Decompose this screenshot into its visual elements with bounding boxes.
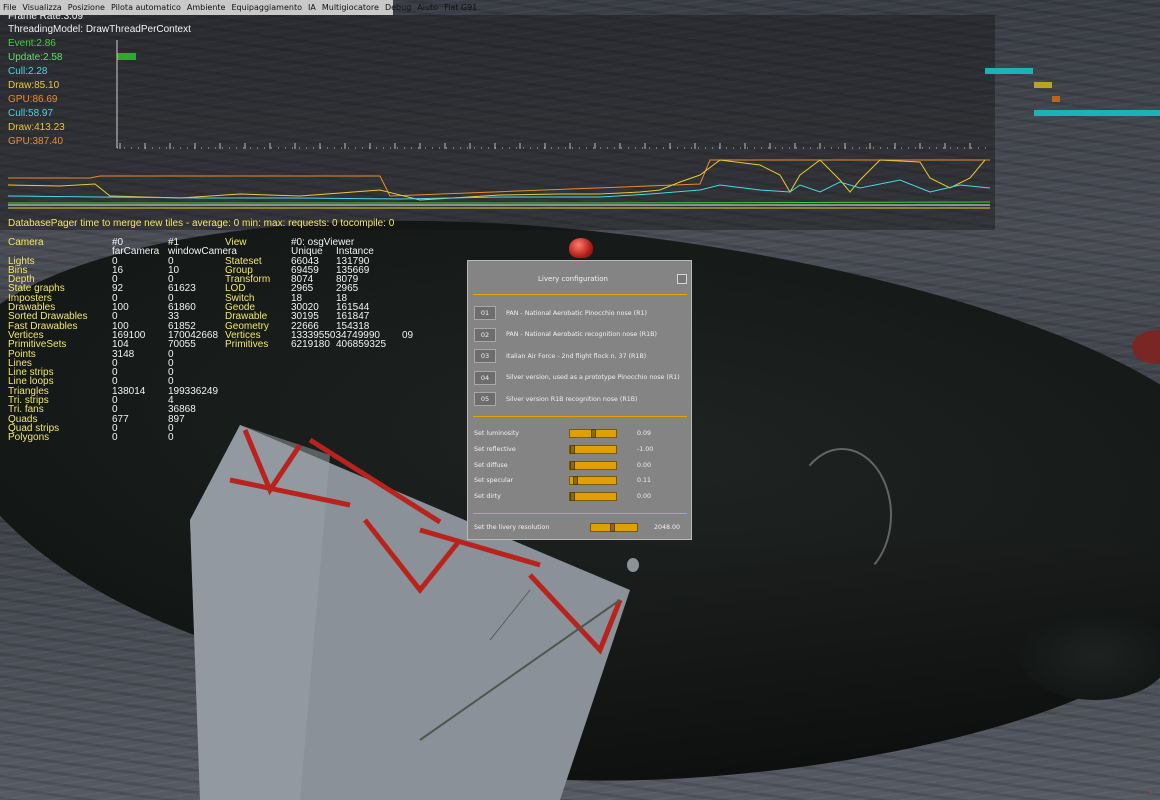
slider-value: 0.00 xyxy=(637,461,652,469)
divider xyxy=(473,416,687,417)
slider-row-set-luminosity: Set luminosity 0.09 xyxy=(474,428,688,440)
livery-label: Silver version R1B recognition nose (R1B… xyxy=(506,395,638,403)
slider-handle[interactable] xyxy=(609,523,615,532)
slider-handle[interactable] xyxy=(570,492,575,502)
livery-option-02: 02 PAN - National Aerobatic recognition n… xyxy=(474,327,688,343)
divider xyxy=(473,513,687,514)
table-cell: 199336249 xyxy=(168,385,219,397)
slider-handle[interactable] xyxy=(570,460,575,470)
table-cell: Camera xyxy=(8,237,44,248)
menu-bar: File Visualizza Posizione Pilota automatico… xyxy=(0,0,477,15)
table-cell: 406859325 xyxy=(336,339,387,351)
menu-item-equipaggiamento[interactable]: Equipaggiamento xyxy=(231,3,302,12)
livery-label: PAN - National Aerobatic Pinocchio nose … xyxy=(506,309,647,317)
resolution-label: Set the livery resolution xyxy=(474,524,550,531)
gpu-bar xyxy=(1052,96,1060,102)
menu-item-posizione[interactable]: Posizione xyxy=(68,3,105,12)
resolution-slider[interactable] xyxy=(590,523,638,532)
table-cell: farCamera xyxy=(112,246,160,258)
slider-row-set-dirty: Set dirty 0.00 xyxy=(474,491,688,503)
slider-track[interactable] xyxy=(569,460,617,470)
menu-item-pilota-automatico[interactable]: Pilota automatico xyxy=(111,3,181,12)
slider-row-set-specular: Set specular 0.11 xyxy=(474,475,688,487)
menu-item-aiuto[interactable]: Aiuto xyxy=(417,3,438,12)
menu-item-file[interactable]: File xyxy=(3,3,16,12)
livery-label: PAN - National Aerobatic recognition nos… xyxy=(506,331,657,338)
table-cell: Polygons xyxy=(8,432,50,444)
slider-handle[interactable] xyxy=(572,476,578,486)
menu-item-ia[interactable]: IA xyxy=(308,3,316,12)
livery-label: Italian Air Force - 2nd flight flock n. … xyxy=(506,352,647,360)
resolution-value: 2048.00 xyxy=(654,524,681,531)
livery-option-01: 01 PAN - National Aerobatic Pinocchio nos… xyxy=(474,305,688,321)
divider xyxy=(473,294,687,295)
slider-label: Set luminosity xyxy=(474,430,520,437)
livery-select-button-05[interactable]: 05 xyxy=(474,392,496,406)
menu-item-ambiente[interactable]: Ambiente xyxy=(187,3,226,12)
slider-row-set-diffuse: Set diffuse 0.00 xyxy=(474,460,688,472)
livery-select-button-03[interactable]: 03 xyxy=(474,349,496,363)
menu-item-visualizza[interactable]: Visualizza xyxy=(22,3,61,12)
slider-row-set-reflective: Set reflective -1.00 xyxy=(474,444,688,456)
livery-option-04: 04 Silver version, used as a prototype Pi… xyxy=(474,370,688,386)
slider-track[interactable] xyxy=(569,476,617,486)
cull-bar-2 xyxy=(1034,110,1160,116)
table-cell: 0 xyxy=(168,432,174,444)
slider-value: 0.00 xyxy=(637,493,652,501)
livery-option-03: 03 Italian Air Force - 2nd flight flock n… xyxy=(474,348,688,364)
slider-handle[interactable] xyxy=(570,444,575,454)
livery-select-button-02[interactable]: 02 xyxy=(474,327,496,342)
slider-label: Set reflective xyxy=(474,445,516,453)
livery-option-05: 05 Silver version R1B recognition nose (R… xyxy=(474,391,688,407)
livery-label: Silver version, used as a prototype Pino… xyxy=(506,374,680,381)
slider-label: Set dirty xyxy=(474,493,501,501)
close-button[interactable] xyxy=(677,274,687,284)
cull-bar xyxy=(985,68,1033,74)
livery-configuration-dialog: Livery configuration 01 PAN - National Ae… xyxy=(467,260,692,540)
slider-track[interactable] xyxy=(569,444,617,454)
slider-value: 0.11 xyxy=(637,477,652,485)
slider-track[interactable] xyxy=(569,492,617,502)
menu-item-multigiocatore[interactable]: Multigiocatore xyxy=(322,3,379,12)
status-mark: ı xyxy=(1150,788,1152,796)
table-cell: 0 xyxy=(112,432,118,444)
dialog-title: Livery configuration xyxy=(538,275,608,283)
slider-label: Set diffuse xyxy=(474,461,508,469)
slider-value: -1.00 xyxy=(637,445,654,453)
slider-value: 0.09 xyxy=(637,430,652,437)
draw-bar xyxy=(1034,82,1052,88)
slider-label: Set specular xyxy=(474,477,514,485)
livery-select-button-04[interactable]: 04 xyxy=(474,370,496,385)
database-pager-readout: DatabasePager time to merge new tiles - … xyxy=(8,218,395,229)
resolution-slider-row: Set the livery resolution 2048.00 xyxy=(474,522,688,534)
table-cell: 6219180 xyxy=(291,339,330,351)
table-cell: Primitives xyxy=(225,339,269,351)
livery-select-button-01[interactable]: 01 xyxy=(474,306,496,320)
slider-handle[interactable] xyxy=(591,429,596,438)
table-cell: 09 xyxy=(402,329,414,341)
slider-track[interactable] xyxy=(569,429,617,438)
frame-timing-graph xyxy=(7,40,1160,209)
menu-item-debug[interactable]: Debug xyxy=(385,3,411,12)
menu-item-fiat-g91[interactable]: Fiat G91 xyxy=(444,3,477,12)
update-bar xyxy=(117,53,136,60)
